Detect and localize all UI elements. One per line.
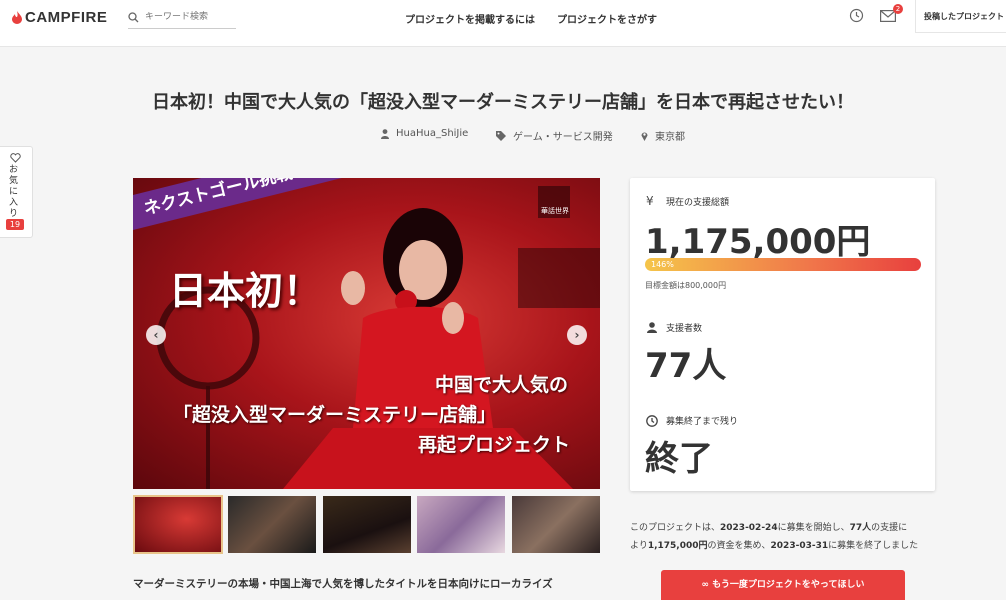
- search-box[interactable]: [128, 6, 236, 29]
- favorite-tab[interactable]: お気に入り 19: [0, 146, 33, 238]
- prev-arrow-icon[interactable]: ‹: [146, 325, 166, 345]
- site-header: CAMPFIRE プロジェクトを掲載するには プロジェクトをさがす 2 投稿した…: [0, 0, 1006, 47]
- summary-text-5: の資金を集め、: [707, 541, 771, 551]
- project-summary: このプロジェクトは、2023-02-24に募集を開始し、77人の支援により1,1…: [630, 519, 940, 555]
- goal-amount: 目標金額は800,000円: [645, 281, 727, 290]
- image-thumbnails: [133, 495, 600, 555]
- heart-icon: [10, 153, 21, 163]
- backers-label: 支援者数: [666, 324, 703, 334]
- backers-count: 77人: [645, 346, 727, 386]
- history-icon[interactable]: [849, 8, 864, 23]
- remaining-label: 募集終了まで残り: [666, 417, 739, 427]
- project-location[interactable]: 東京都: [641, 128, 685, 143]
- summary-text-2: に募集を開始し、: [777, 523, 850, 533]
- summary-end-date: 2023-03-31: [770, 541, 829, 551]
- total-label-row: ¥ 現在の支援総額: [646, 194, 729, 208]
- user-icon: [647, 322, 657, 333]
- project-title: 日本初！中国で大人気の「超没入型マーダーミステリー店舗」を日本で再起させたい！: [152, 92, 854, 113]
- request-again-label: もう一度プロジェクトをやってほしい: [712, 580, 865, 590]
- clock-icon: [646, 414, 658, 427]
- project-lead-text: マーダーミステリーの本場・中国上海で人気を博したタイトルを日本向けにローカライズ: [133, 578, 553, 590]
- funding-progress-bar: 146%: [645, 258, 921, 271]
- yen-icon: ¥: [646, 194, 654, 208]
- hero-line-2: 「超没入型マーダーミステリー店舗」: [173, 404, 497, 426]
- summary-text-1: このプロジェクトは、: [630, 523, 721, 533]
- location-pin-icon: [641, 132, 648, 141]
- backers-label-row: 支援者数: [646, 321, 702, 334]
- search-input[interactable]: [143, 11, 233, 23]
- total-label: 現在の支援総額: [666, 197, 730, 208]
- thumbnail-2[interactable]: [228, 496, 316, 553]
- project-owner[interactable]: HuaHua_ShiJie: [381, 128, 468, 139]
- thumbnail-5[interactable]: [512, 496, 600, 553]
- funding-stats-panel: ¥ 現在の支援総額 1,175,000円 146% 目標金額は800,000円 …: [630, 178, 935, 491]
- remaining-value: 終了: [645, 439, 713, 479]
- hero-headline: 日本初！: [169, 268, 322, 313]
- tag-icon: [496, 130, 506, 141]
- thumbnail-1[interactable]: [133, 495, 223, 554]
- summary-amount: 1,175,000円: [647, 541, 708, 551]
- hero-watermark: 華話世界: [541, 207, 569, 215]
- summary-backers: 77人: [849, 523, 872, 533]
- summary-text-3: の支援に: [871, 523, 908, 533]
- project-main-image[interactable]: 華話世界 ネクストゴール挑戦中！ 日本初！ 中国で大人気の 「超没入型マーダーミ…: [133, 178, 600, 489]
- total-amount: 1,175,000円: [645, 222, 871, 262]
- owner-name: HuaHua_ShiJie: [396, 128, 469, 139]
- nav-find-project[interactable]: プロジェクトをさがす: [557, 11, 657, 26]
- user-icon: [381, 128, 389, 139]
- summary-text-6: に募集を終了しました: [828, 541, 919, 551]
- hero-line-1: 中国で大人気の: [434, 374, 568, 396]
- nav-post-project[interactable]: プロジェクトを掲載するには: [405, 11, 535, 26]
- flame-icon: [12, 11, 22, 24]
- progress-percent: 146%: [651, 260, 674, 269]
- remaining-label-row: 募集終了まで残り: [646, 414, 738, 427]
- category-name: ゲーム・サービス開発: [513, 132, 613, 143]
- thumbnail-3[interactable]: [323, 496, 411, 553]
- notification-badge: 2: [893, 4, 903, 14]
- project-category[interactable]: ゲーム・サービス開発: [496, 128, 613, 143]
- thumbnail-4[interactable]: [417, 496, 505, 553]
- next-arrow-icon[interactable]: ›: [567, 325, 587, 345]
- favorite-count: 19: [6, 219, 24, 230]
- posted-projects-button[interactable]: 投稿したプロジェクト: [915, 0, 1006, 33]
- logo-text: CAMPFIRE: [25, 9, 108, 26]
- summary-text-4: より: [630, 541, 648, 551]
- infinity-icon: ∞: [701, 580, 713, 590]
- summary-start-date: 2023-02-24: [720, 523, 778, 533]
- hero-line-3: 再起プロジェクト: [417, 434, 570, 456]
- campfire-logo[interactable]: CAMPFIRE: [12, 9, 107, 26]
- search-icon: [128, 11, 139, 22]
- favorite-label: お気に入り: [9, 165, 19, 219]
- location-name: 東京都: [655, 132, 685, 143]
- request-again-button[interactable]: ∞ もう一度プロジェクトをやってほしい: [661, 570, 905, 600]
